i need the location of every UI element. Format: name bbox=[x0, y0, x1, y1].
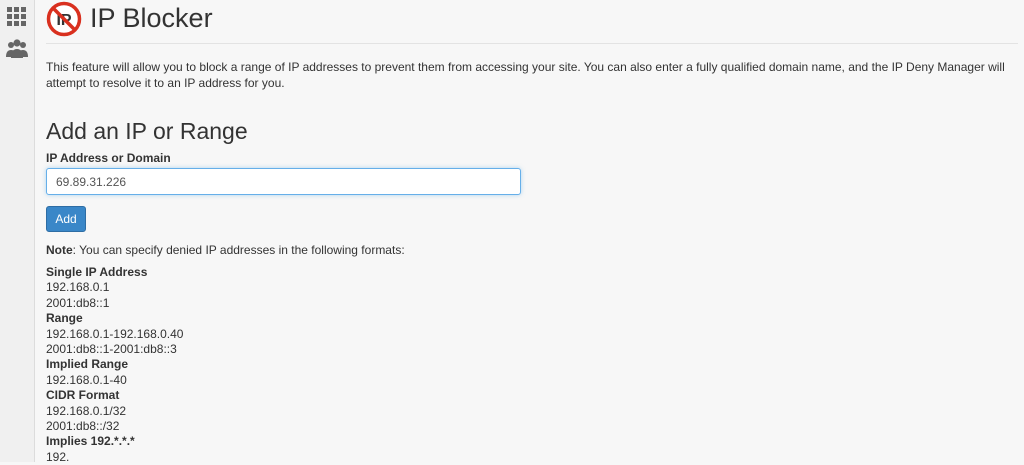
note-label: Note bbox=[46, 243, 73, 257]
ip-address-input[interactable] bbox=[46, 168, 521, 195]
users-icon[interactable] bbox=[4, 36, 30, 62]
format-example: 192.168.0.1 bbox=[46, 280, 110, 295]
format-heading: Implied Range bbox=[46, 357, 129, 372]
add-section-heading: Add an IP or Range bbox=[46, 118, 248, 144]
format-example: 2001:db8::/32 bbox=[46, 419, 120, 434]
note-text: : You can specify denied IP addresses in… bbox=[72, 243, 405, 257]
formats-note: Note: You can specify denied IP addresse… bbox=[46, 242, 405, 258]
format-heading: CIDR Format bbox=[46, 388, 120, 403]
format-example: 192.168.0.1-192.168.0.40 bbox=[46, 326, 184, 341]
format-heading: Range bbox=[46, 311, 83, 326]
formats-list: Single IP Address 192.168.0.1 2001:db8::… bbox=[46, 265, 183, 465]
format-heading: Single IP Address bbox=[46, 265, 148, 279]
ip-blocker-logo-icon: IP bbox=[46, 1, 82, 37]
format-example: 2001:db8::1 bbox=[46, 295, 110, 310]
page-header: IP IP Blocker bbox=[46, 0, 1016, 40]
format-example: 192.168.0.1-40 bbox=[46, 372, 127, 387]
page-title: IP Blocker bbox=[90, 3, 213, 33]
page-description: This feature will allow you to block a r… bbox=[46, 60, 1005, 90]
format-example: 192. bbox=[46, 449, 70, 464]
left-sidebar bbox=[0, 0, 35, 462]
add-button[interactable]: Add bbox=[46, 206, 86, 232]
format-example: 2001:db8::1-2001:db8::3 bbox=[46, 342, 177, 357]
grid-icon[interactable] bbox=[4, 4, 30, 30]
format-heading: Implies 192.*.*.* bbox=[46, 434, 135, 449]
header-divider bbox=[46, 43, 1018, 44]
format-example: 192.168.0.1/32 bbox=[46, 403, 127, 418]
ip-field-label: IP Address or Domain bbox=[46, 151, 171, 165]
